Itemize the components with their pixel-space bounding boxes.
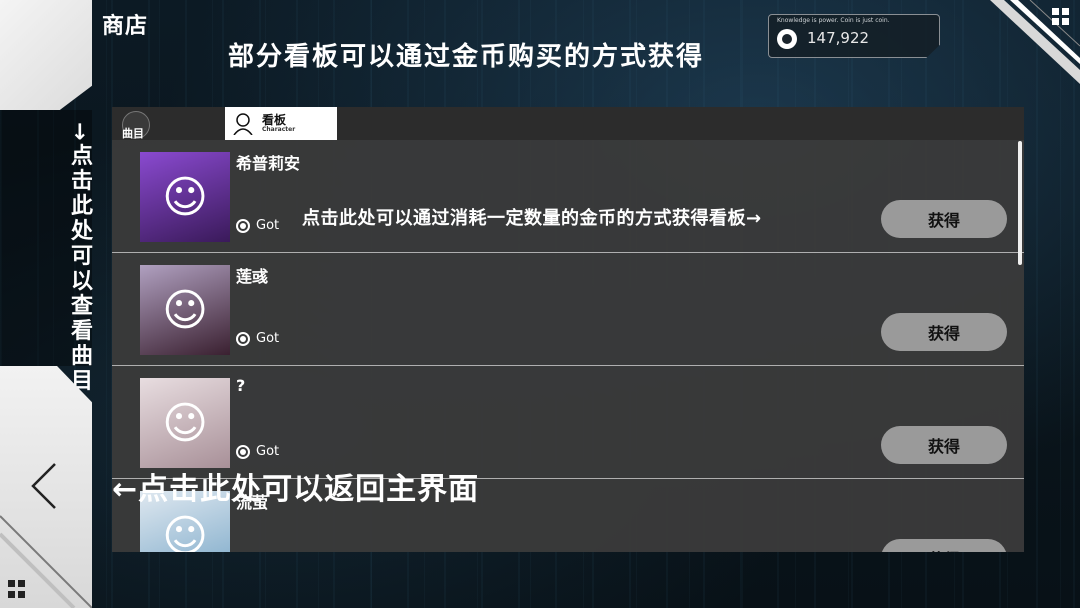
radio-icon	[236, 444, 250, 459]
obtain-button[interactable]: 获得	[881, 313, 1007, 351]
back-button[interactable]	[22, 456, 66, 516]
coin-counter: Knowledge is power. Coin is just coin. 1…	[768, 14, 940, 58]
obtain-tip-text: 点击此处可以通过消耗一定数量的金币的方式获得看板→	[302, 208, 762, 229]
obtain-button[interactable]: 获得	[881, 426, 1007, 464]
songs-tip-text: →点击此处可以查看曲目	[67, 122, 92, 394]
character-portrait: ☺	[140, 152, 230, 242]
character-row: ☺ ? Got 获得	[112, 366, 1024, 479]
character-name: 莲彧	[236, 267, 269, 286]
character-name: 希普莉安	[236, 154, 301, 173]
character-name: ?	[236, 376, 246, 395]
tab-character[interactable]: 看板 Character	[225, 107, 337, 140]
obtain-button[interactable]: 获得	[881, 539, 1007, 552]
tab-character-sub: Character	[262, 126, 296, 133]
character-row: ☺ 希普莉安 Got 点击此处可以通过消耗一定数量的金币的方式获得看板→ 获得	[112, 140, 1024, 253]
corner-panel-top-left	[0, 0, 92, 110]
shop-tip-text: 部分看板可以通过金币购买的方式获得	[228, 42, 705, 72]
list-scrollbar[interactable]	[1018, 141, 1022, 265]
got-status: Got	[236, 218, 279, 233]
character-silhouette-icon	[233, 113, 253, 135]
got-label: Got	[256, 218, 280, 233]
radio-icon	[236, 218, 250, 233]
character-portrait: ☺	[140, 378, 230, 468]
radio-icon	[236, 331, 250, 346]
coin-motto: Knowledge is power. Coin is just coin.	[777, 17, 890, 24]
character-portrait: ☺	[140, 265, 230, 355]
coin-icon	[777, 29, 797, 49]
character-row: ☺ 莲彧 Got 获得	[112, 253, 1024, 366]
grid-menu-icon-bottom[interactable]	[8, 580, 28, 600]
grid-menu-icon[interactable]	[1052, 8, 1070, 26]
page-title: 商店	[102, 14, 149, 39]
coin-value: 147,922	[807, 29, 870, 47]
tab-songs-label: 曲目	[122, 127, 144, 140]
got-label: Got	[256, 331, 280, 346]
obtain-button[interactable]: 获得	[881, 200, 1007, 238]
got-status: Got	[236, 444, 279, 459]
got-status: Got	[236, 331, 279, 346]
tab-songs[interactable]: 曲目	[116, 109, 160, 140]
chevron-left-icon	[31, 463, 56, 509]
tab-bar: 曲目 看板 Character	[112, 107, 1024, 140]
back-tip-text: ←点击此处可以返回主界面	[112, 472, 480, 507]
got-label: Got	[256, 444, 280, 459]
